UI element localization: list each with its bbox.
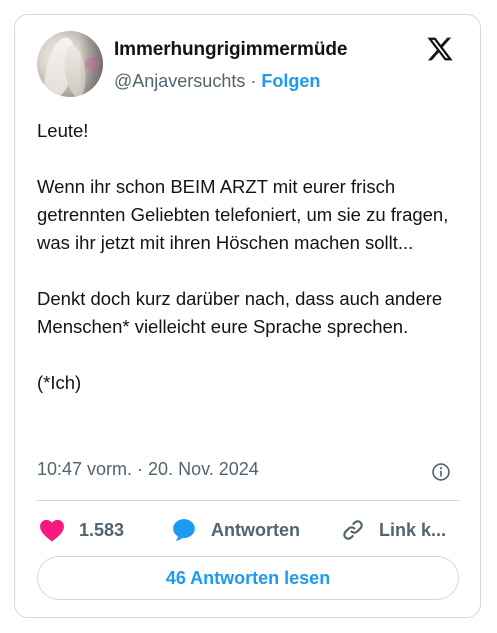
- copy-link-button[interactable]: Link k...: [341, 515, 446, 545]
- x-logo-icon[interactable]: [425, 35, 455, 63]
- link-label: Link k...: [379, 519, 447, 540]
- like-count: 1.583: [79, 519, 125, 540]
- separator-dot: ·: [250, 71, 257, 91]
- avatar-image-part: [79, 31, 103, 97]
- read-replies-button[interactable]: 46 Antworten lesen: [37, 556, 459, 600]
- handle-row: @Anjaversuchts · Folgen: [114, 71, 320, 92]
- action-bar: 1.583 Antworten Link k...: [15, 515, 480, 545]
- post-card: Immerhungrigimmermüde @Anjaversuchts · F…: [14, 14, 481, 618]
- reply-button[interactable]: Antworten: [171, 515, 300, 545]
- link-icon: [343, 520, 363, 540]
- display-name[interactable]: Immerhungrigimmermüde: [114, 39, 347, 61]
- user-handle[interactable]: @Anjaversuchts: [114, 71, 245, 91]
- info-icon[interactable]: [431, 462, 451, 482]
- divider: [37, 500, 459, 501]
- heart-icon: [40, 519, 64, 542]
- like-button[interactable]: 1.583: [39, 515, 124, 545]
- avatar[interactable]: [37, 31, 103, 97]
- speech-bubble-icon: [173, 519, 195, 541]
- reply-label: Antworten: [211, 519, 300, 540]
- post-text: Leute! Wenn ihr schon BEIM ARZT mit eure…: [37, 120, 449, 393]
- post-timestamp[interactable]: 10:47 vorm. · 20. Nov. 2024: [37, 459, 259, 480]
- follow-button[interactable]: Folgen: [261, 71, 320, 91]
